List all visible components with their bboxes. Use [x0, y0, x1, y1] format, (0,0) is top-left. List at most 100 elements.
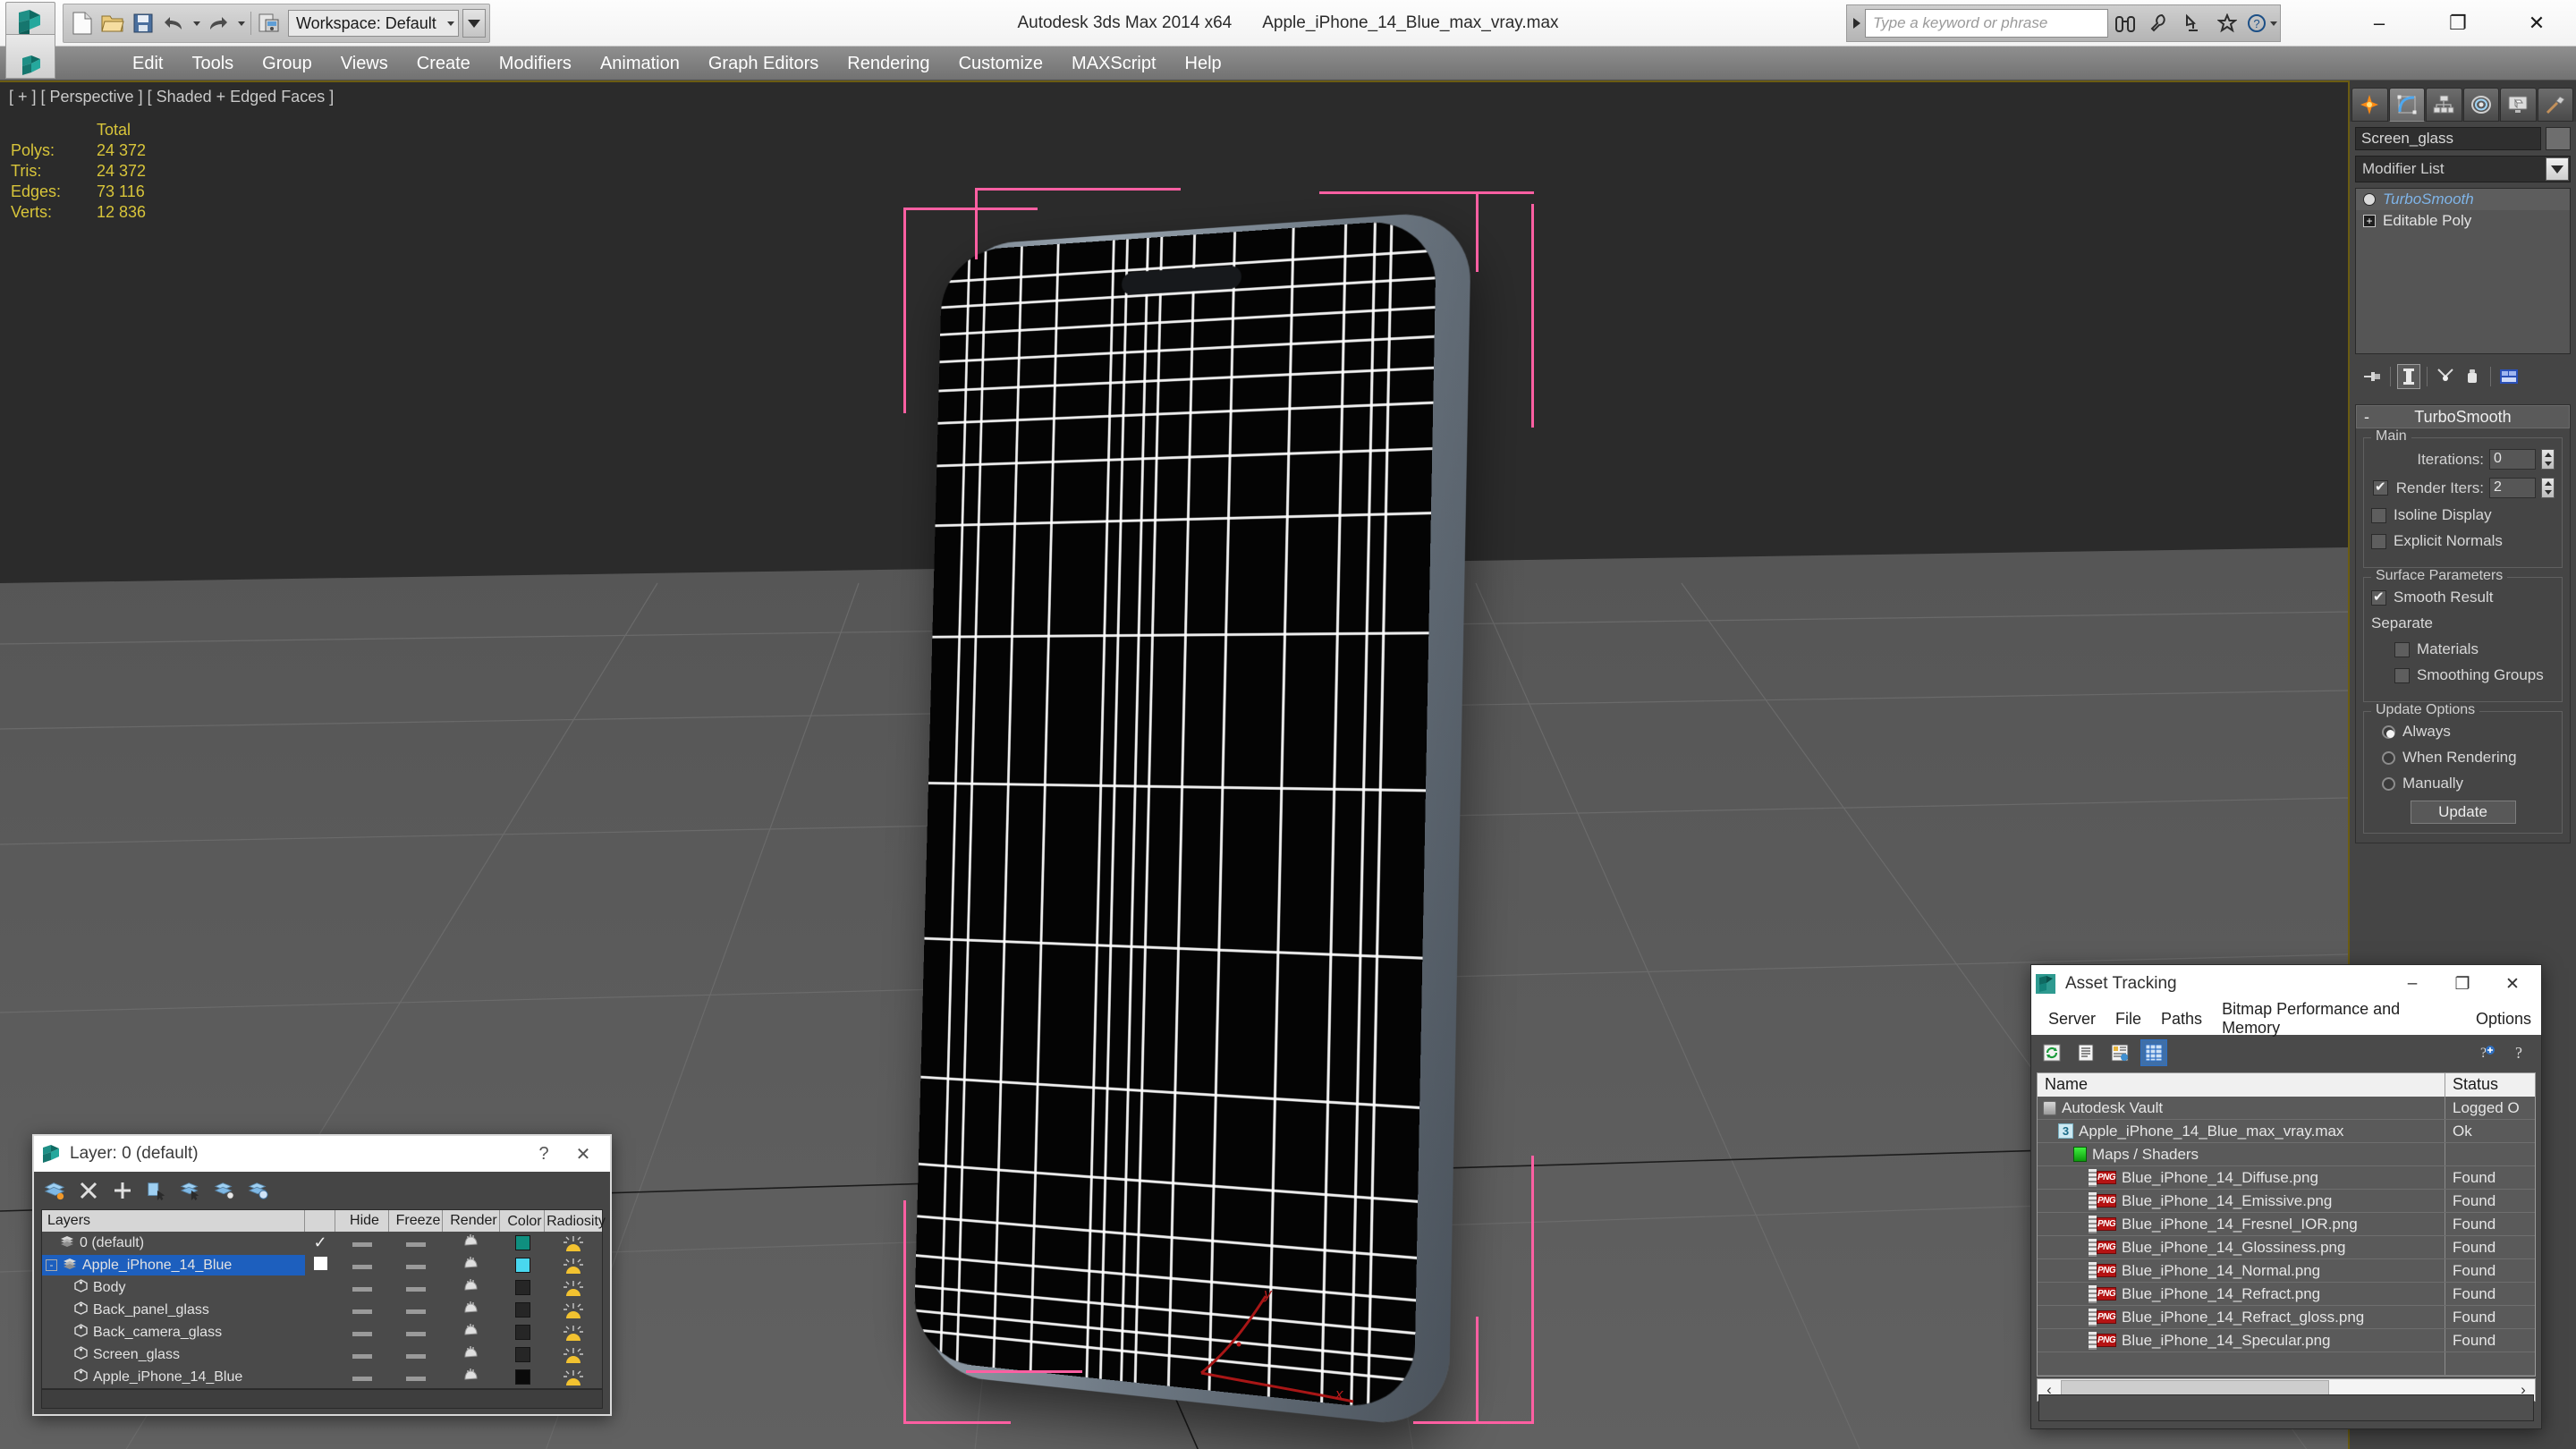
detail-view-icon[interactable] — [2106, 1039, 2133, 1066]
modify-tab[interactable] — [2388, 88, 2425, 122]
maximize-button[interactable]: ❐ — [2419, 0, 2497, 47]
update-option-always[interactable]: Always — [2382, 723, 2555, 741]
asset-minimize-button[interactable]: – — [2387, 966, 2437, 1002]
star-icon[interactable] — [2210, 6, 2244, 40]
asset-menu-file[interactable]: File — [2106, 1010, 2151, 1029]
layer-radiosity-toggle[interactable] — [545, 1278, 602, 1298]
layer-properties-icon[interactable] — [247, 1178, 270, 1203]
asset-menu-options[interactable]: Options — [2466, 1010, 2541, 1029]
display-tab[interactable] — [2500, 88, 2537, 122]
layer-freeze-toggle[interactable] — [389, 1325, 443, 1341]
layer-freeze-toggle[interactable] — [389, 1235, 443, 1251]
layer-grid[interactable]: Layers Hide Freeze Render Color Radiosit… — [41, 1209, 606, 1389]
layer-row-name[interactable]: Apple_iPhone_14_Blue — [42, 1367, 305, 1387]
layer-color-swatch[interactable] — [500, 1235, 545, 1250]
layer-render-toggle[interactable] — [443, 1300, 500, 1320]
iphone-model[interactable] — [903, 188, 1534, 1430]
add-help-icon[interactable]: ? — [2473, 1039, 2500, 1066]
asset-row[interactable]: PNG Blue_iPhone_14_Refract_gloss.png Found — [2038, 1306, 2535, 1329]
layer-render-toggle[interactable] — [443, 1367, 500, 1387]
help-icon[interactable]: ? — [2507, 1039, 2534, 1066]
asset-row-name[interactable]: Maps / Shaders — [2038, 1143, 2445, 1165]
undo-dropdown-icon[interactable] — [189, 8, 203, 38]
layer-row[interactable]: - Apple_iPhone_14_Blue — [42, 1254, 602, 1276]
layer-dialog-close-button[interactable]: ✕ — [564, 1137, 603, 1171]
layer-row-name[interactable]: Back_camera_glass — [42, 1322, 305, 1343]
remove-modifier-icon[interactable] — [2461, 364, 2484, 389]
layer-radiosity-toggle[interactable] — [545, 1323, 602, 1343]
undo-icon[interactable] — [158, 8, 189, 38]
asset-row[interactable] — [2038, 1352, 2535, 1376]
refresh-icon[interactable] — [2038, 1039, 2065, 1066]
update-option-when-rendering[interactable]: When Rendering — [2382, 749, 2555, 767]
expand-plus-icon[interactable]: + — [2363, 215, 2376, 227]
layer-row-name[interactable]: Back_panel_glass — [42, 1300, 305, 1320]
menu-item-modifiers[interactable]: Modifiers — [485, 47, 586, 80]
menu-item-customize[interactable]: Customize — [945, 47, 1057, 80]
show-end-result-icon[interactable] — [2397, 364, 2420, 389]
layer-hide-toggle[interactable] — [335, 1280, 389, 1296]
satellite-icon[interactable] — [2176, 6, 2210, 40]
list-view-icon[interactable] — [2072, 1039, 2099, 1066]
asset-row[interactable]: Maps / Shaders — [2038, 1143, 2535, 1166]
render-iters-field[interactable]: 2 — [2489, 478, 2536, 498]
asset-row-name[interactable]: Autodesk Vault — [2038, 1097, 2445, 1119]
make-unique-icon[interactable] — [2434, 364, 2457, 389]
stack-item-turbosmooth[interactable]: TurboSmooth — [2356, 189, 2570, 210]
minimize-button[interactable]: – — [2340, 0, 2419, 47]
smooth-result-checkbox[interactable] — [2371, 589, 2386, 606]
layer-radiosity-toggle[interactable] — [545, 1368, 602, 1387]
layer-hide-toggle[interactable] — [335, 1347, 389, 1363]
layer-color-swatch[interactable] — [500, 1325, 545, 1340]
asset-maximize-button[interactable]: ❐ — [2437, 966, 2487, 1002]
asset-row-name[interactable]: PNG Blue_iPhone_14_Refract_gloss.png — [2038, 1306, 2445, 1328]
asset-row[interactable]: PNG Blue_iPhone_14_Diffuse.png Found — [2038, 1166, 2535, 1190]
menu-item-group[interactable]: Group — [248, 47, 326, 80]
menu-item-edit[interactable]: Edit — [118, 47, 177, 80]
layer-radiosity-toggle[interactable] — [545, 1256, 602, 1275]
layer-color-swatch[interactable] — [500, 1347, 545, 1362]
layer-hide-toggle[interactable] — [335, 1258, 389, 1274]
layer-row[interactable]: Screen_glass — [42, 1343, 602, 1366]
asset-tracking-dialog[interactable]: Asset Tracking – ❐ ✕ Server File Paths B… — [2030, 964, 2542, 1429]
menu-item-graph-editors[interactable]: Graph Editors — [694, 47, 833, 80]
layer-freeze-toggle[interactable] — [389, 1369, 443, 1385]
help-icon[interactable]: ? — [2244, 6, 2278, 40]
pin-stack-icon[interactable] — [2360, 364, 2384, 389]
asset-row-name[interactable] — [2038, 1352, 2445, 1375]
wrench-icon[interactable] — [2142, 6, 2176, 40]
asset-close-button[interactable]: ✕ — [2487, 966, 2538, 1002]
update-button[interactable]: Update — [2410, 801, 2516, 824]
layer-hide-toggle[interactable] — [335, 1325, 389, 1341]
asset-row[interactable]: PNG Blue_iPhone_14_Refract.png Found — [2038, 1283, 2535, 1306]
save-file-icon[interactable] — [128, 8, 158, 38]
asset-row[interactable]: PNG Blue_iPhone_14_Glossiness.png Found — [2038, 1236, 2535, 1259]
always-radio[interactable] — [2382, 724, 2395, 739]
workspace-dropdown-button[interactable] — [462, 9, 486, 38]
iterations-spinner[interactable] — [2541, 449, 2555, 470]
delete-layer-icon[interactable] — [77, 1178, 100, 1203]
layer-row[interactable]: Apple_iPhone_14_Blue — [42, 1366, 602, 1388]
object-name-field[interactable]: Screen_glass — [2355, 127, 2541, 150]
layer-freeze-toggle[interactable] — [389, 1258, 443, 1274]
asset-row-name[interactable]: PNG Blue_iPhone_14_Diffuse.png — [2038, 1166, 2445, 1189]
iterations-field[interactable]: 0 — [2489, 449, 2536, 470]
add-selection-to-layer-icon[interactable] — [111, 1178, 134, 1203]
asset-row-name[interactable]: PNG Blue_iPhone_14_Emissive.png — [2038, 1190, 2445, 1212]
layer-freeze-toggle[interactable] — [389, 1302, 443, 1318]
close-button[interactable]: ✕ — [2497, 0, 2576, 47]
layer-row-name[interactable]: Body — [42, 1277, 305, 1298]
layer-hide-toggle[interactable] — [335, 1302, 389, 1318]
menu-item-animation[interactable]: Animation — [586, 47, 694, 80]
layer-render-toggle[interactable] — [443, 1233, 500, 1253]
layer-render-toggle[interactable] — [443, 1255, 500, 1275]
layer-color-swatch[interactable] — [500, 1258, 545, 1273]
smoothing-groups-checkbox[interactable] — [2394, 667, 2410, 683]
highlight-selected-objects-layer-icon[interactable] — [213, 1178, 236, 1203]
layer-freeze-toggle[interactable] — [389, 1280, 443, 1296]
layer-row[interactable]: Body — [42, 1276, 602, 1299]
layer-render-toggle[interactable] — [443, 1322, 500, 1343]
layer-radiosity-toggle[interactable] — [545, 1233, 602, 1253]
rollout-header[interactable]: - TurboSmooth — [2356, 405, 2570, 428]
hierarchy-tab[interactable] — [2426, 88, 2462, 122]
